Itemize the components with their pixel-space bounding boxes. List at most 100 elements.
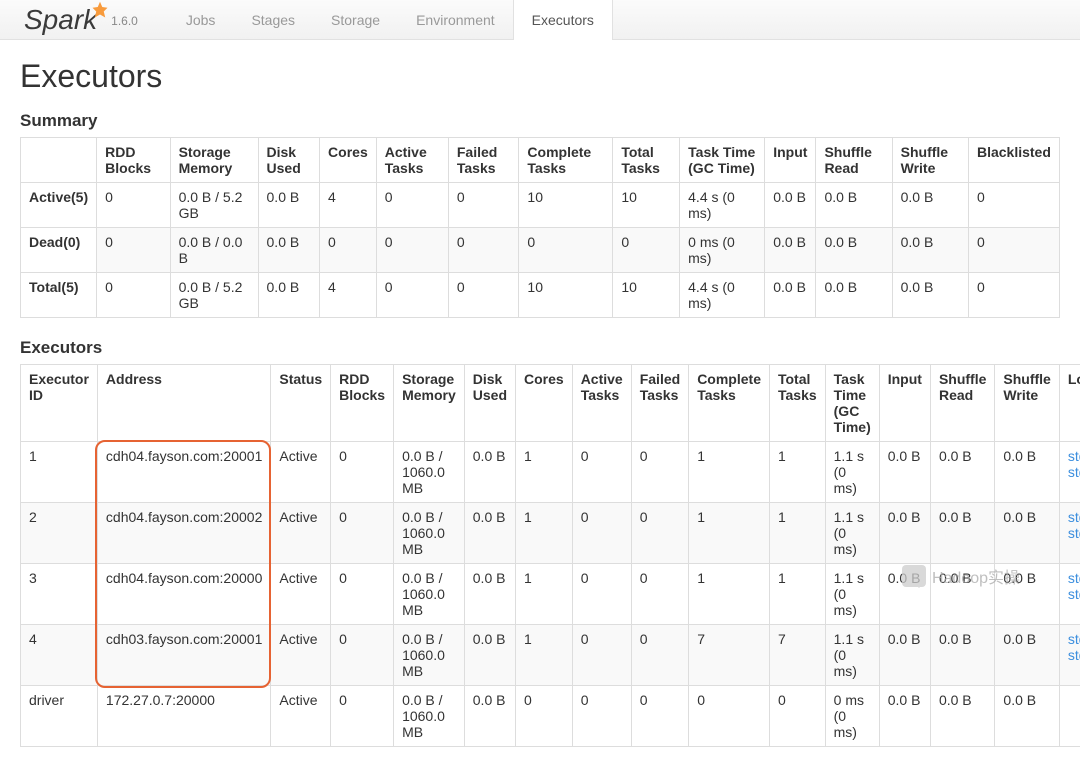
summary-col-header: Complete Tasks (519, 138, 613, 183)
executors-cell-cores: 1 (516, 564, 573, 625)
summary-cell: 0.0 B (765, 273, 816, 318)
tab-executors[interactable]: Executors (513, 0, 613, 40)
summary-cell: 10 (519, 183, 613, 228)
table-row: 4cdh03.fayson.com:20001Active00.0 B / 10… (21, 625, 1080, 686)
executors-col-header: Task Time (GC Time) (825, 365, 879, 442)
executors-cell-address: cdh04.fayson.com:20000 (97, 564, 270, 625)
summary-cell: 0 (376, 183, 448, 228)
summary-cell: 0.0 B (892, 183, 968, 228)
summary-cell: 0 (376, 228, 448, 273)
executors-cell-task_time: 1.1 s (0 ms) (825, 503, 879, 564)
summary-cell: 0.0 B (258, 183, 320, 228)
executors-cell-disk_used: 0.0 B (464, 686, 515, 747)
executors-cell-input: 0.0 B (879, 625, 930, 686)
table-row: driver172.27.0.7:20000Active00.0 B / 106… (21, 686, 1080, 747)
summary-cell: 4 (320, 273, 377, 318)
tab-storage[interactable]: Storage (313, 0, 398, 40)
executors-cell-status: Active (271, 442, 331, 503)
executors-col-header: Address (97, 365, 270, 442)
summary-col-header (21, 138, 97, 183)
summary-cell: 0 ms (0 ms) (680, 228, 765, 273)
summary-cell: 0 (97, 228, 170, 273)
tab-stages[interactable]: Stages (233, 0, 313, 40)
summary-col-header: Failed Tasks (448, 138, 519, 183)
summary-cell: 0 (376, 273, 448, 318)
summary-cell: 10 (613, 273, 680, 318)
executors-cell-id: 4 (21, 625, 98, 686)
spark-logo[interactable]: Spark 1.6.0 (24, 4, 138, 36)
summary-cell: 0 (519, 228, 613, 273)
summary-cell: 0 (448, 183, 519, 228)
summary-cell: 10 (613, 183, 680, 228)
executors-col-header: Failed Tasks (631, 365, 688, 442)
summary-row-label: Total(5) (21, 273, 97, 318)
executors-cell-active_tasks: 0 (572, 503, 631, 564)
summary-cell: 4 (320, 183, 377, 228)
executors-cell-complete_tasks: 1 (689, 442, 770, 503)
table-row: 1cdh04.fayson.com:20001Active00.0 B / 10… (21, 442, 1080, 503)
stdout-link[interactable]: stdout (1068, 509, 1080, 525)
executors-cell-disk_used: 0.0 B (464, 442, 515, 503)
executors-cell-failed_tasks: 0 (631, 442, 688, 503)
stdout-link[interactable]: stdout (1068, 448, 1080, 464)
summary-cell: 0.0 B (765, 183, 816, 228)
executors-cell-shuffle_write: 0.0 B (995, 442, 1059, 503)
executors-cell-rdd_blocks: 0 (331, 625, 394, 686)
executors-cell-cores: 1 (516, 625, 573, 686)
executors-col-header: Storage Memory (394, 365, 465, 442)
executors-cell-active_tasks: 0 (572, 686, 631, 747)
summary-cell: 4.4 s (0 ms) (680, 273, 765, 318)
stdout-link[interactable]: stdout (1068, 570, 1080, 586)
stderr-link[interactable]: stderr (1068, 525, 1080, 541)
executors-cell-shuffle_write: 0.0 B (995, 625, 1059, 686)
executors-cell-id: 1 (21, 442, 98, 503)
logo-text: Spark (24, 4, 97, 36)
table-row: Dead(0)00.0 B / 0.0 B0.0 B000000 ms (0 m… (21, 228, 1060, 273)
executors-cell-total_tasks: 7 (769, 625, 825, 686)
executors-cell-input: 0.0 B (879, 564, 930, 625)
table-row: Active(5)00.0 B / 5.2 GB0.0 B40010104.4 … (21, 183, 1060, 228)
executors-cell-shuffle_read: 0.0 B (930, 625, 994, 686)
summary-cell: 0 (968, 228, 1059, 273)
executors-cell-complete_tasks: 0 (689, 686, 770, 747)
tab-environment[interactable]: Environment (398, 0, 513, 40)
executors-cell-address: cdh04.fayson.com:20001 (97, 442, 270, 503)
stdout-link[interactable]: stdout (1068, 631, 1080, 647)
executors-cell-status: Active (271, 686, 331, 747)
executors-col-header: Input (879, 365, 930, 442)
executors-col-header: Executor ID (21, 365, 98, 442)
summary-col-header: Active Tasks (376, 138, 448, 183)
summary-col-header: Storage Memory (170, 138, 258, 183)
summary-col-header: Shuffle Write (892, 138, 968, 183)
executors-col-header: RDD Blocks (331, 365, 394, 442)
executors-cell-address: 172.27.0.7:20000 (97, 686, 270, 747)
summary-cell: 0 (968, 273, 1059, 318)
executors-col-header: Shuffle Read (930, 365, 994, 442)
tab-jobs[interactable]: Jobs (168, 0, 234, 40)
summary-cell: 0 (968, 183, 1059, 228)
stderr-link[interactable]: stderr (1068, 647, 1080, 663)
executors-cell-total_tasks: 1 (769, 564, 825, 625)
executors-cell-logs: stdoutstderr (1059, 442, 1080, 503)
executors-cell-task_time: 1.1 s (0 ms) (825, 442, 879, 503)
stderr-link[interactable]: stderr (1068, 464, 1080, 480)
executors-cell-complete_tasks: 1 (689, 503, 770, 564)
executors-cell-cores: 0 (516, 686, 573, 747)
summary-cell: 0.0 B (816, 228, 892, 273)
executors-cell-shuffle_write: 0.0 B (995, 564, 1059, 625)
executors-cell-rdd_blocks: 0 (331, 503, 394, 564)
executors-cell-failed_tasks: 0 (631, 564, 688, 625)
executors-cell-status: Active (271, 503, 331, 564)
summary-cell: 0 (448, 228, 519, 273)
summary-cell: 0.0 B (765, 228, 816, 273)
summary-col-header: Blacklisted (968, 138, 1059, 183)
summary-col-header: Cores (320, 138, 377, 183)
summary-col-header: Shuffle Read (816, 138, 892, 183)
executors-cell-cores: 1 (516, 442, 573, 503)
summary-row-label: Dead(0) (21, 228, 97, 273)
executors-cell-rdd_blocks: 0 (331, 564, 394, 625)
executors-cell-disk_used: 0.0 B (464, 503, 515, 564)
executors-cell-shuffle_read: 0.0 B (930, 442, 994, 503)
summary-cell: 0 (97, 273, 170, 318)
executors-cell-complete_tasks: 7 (689, 625, 770, 686)
